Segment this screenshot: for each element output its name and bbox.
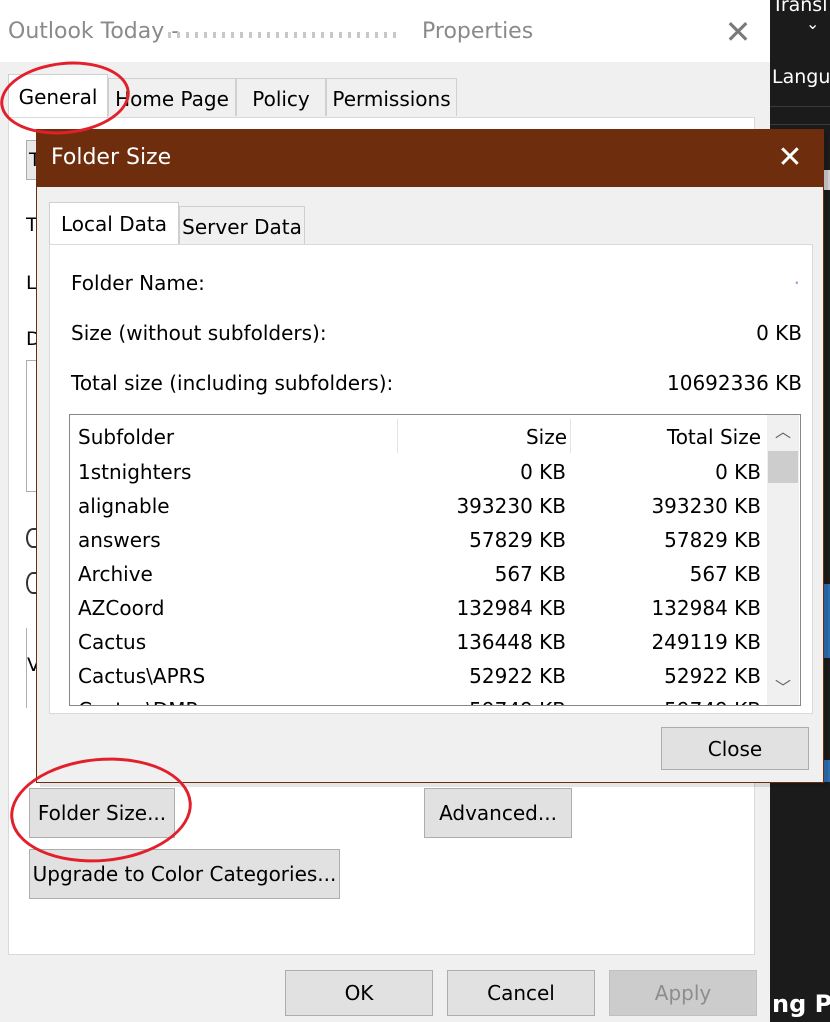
tab-local-data[interactable]: Local Data xyxy=(49,202,179,245)
subfolder-size: 132984 KB xyxy=(456,596,566,620)
bottom-heading: ng Pa xyxy=(772,990,830,1018)
subfolder-total: 52922 KB xyxy=(664,664,761,688)
subfolder-size: 393230 KB xyxy=(456,494,566,518)
subfolder-name: Cactus xyxy=(78,630,147,654)
tab-server-data[interactable]: Server Data xyxy=(179,206,305,244)
subfolder-total: 57829 KB xyxy=(664,528,761,552)
tab-label: Local Data xyxy=(61,212,167,236)
subfolder-name: Cactus\APRS xyxy=(78,664,206,688)
subfolder-size: 136448 KB xyxy=(456,630,566,654)
language-label: Langua xyxy=(772,66,830,88)
table-row[interactable]: AZCoord 132984 KB 132984 KB xyxy=(70,591,765,625)
subfolder-name: alignable xyxy=(78,494,170,518)
properties-title: Outlook Today - xyxy=(8,19,180,44)
tab-label: Server Data xyxy=(182,215,302,239)
subfolder-size: 57829 KB xyxy=(469,528,566,552)
tab-label: Permissions xyxy=(332,87,451,111)
size-value: 0 KB xyxy=(756,321,802,345)
subfolder-list[interactable]: Subfolder Size Total Size 1stnighters 0 … xyxy=(69,414,801,706)
subfolder-size: 567 KB xyxy=(494,562,566,586)
table-row[interactable]: Cactus\DMR 59749 KB 59749 KB xyxy=(70,693,765,705)
subfolder-size: 59749 KB xyxy=(469,693,566,705)
chevron-down-icon[interactable]: ﹀ xyxy=(767,671,799,705)
tab-general[interactable]: General xyxy=(8,74,108,118)
ribbon-divider xyxy=(770,106,830,107)
subfolder-total: 59749 KB xyxy=(664,693,761,705)
scrollbar-thumb[interactable] xyxy=(768,451,798,483)
table-row[interactable]: alignable 393230 KB 393230 KB xyxy=(70,489,765,523)
tab-home-page[interactable]: Home Page xyxy=(108,78,236,116)
properties-title-suffix: Properties xyxy=(422,19,534,44)
folder-size-title-bar: Folder Size ✕ xyxy=(37,130,823,187)
subfolder-total: 0 KB xyxy=(715,460,761,484)
column-divider[interactable] xyxy=(570,419,571,453)
subfolder-name: answers xyxy=(78,528,161,552)
subfolder-name: AZCoord xyxy=(78,596,165,620)
cancel-button[interactable]: Cancel xyxy=(447,970,595,1016)
table-row[interactable]: Cactus\APRS 52922 KB 52922 KB xyxy=(70,659,765,693)
subfolder-size: 52922 KB xyxy=(469,664,566,688)
subfolder-size: 0 KB xyxy=(520,460,566,484)
folder-name-value: . xyxy=(793,265,800,289)
column-divider[interactable] xyxy=(397,419,398,453)
close-icon[interactable]: ✕ xyxy=(773,138,807,178)
properties-title-bar: Outlook Today - Properties ✕ xyxy=(0,0,770,62)
subfolder-name: 1stnighters xyxy=(78,460,192,484)
vertical-scrollbar[interactable]: ︿ ﹀ xyxy=(767,415,799,705)
tab-label: General xyxy=(18,85,98,109)
chevron-down-icon[interactable]: ⌄ xyxy=(806,14,819,33)
subfolder-total: 393230 KB xyxy=(651,494,761,518)
subfolder-name: Cactus\DMR xyxy=(78,693,199,705)
subfolder-total: 567 KB xyxy=(689,562,761,586)
column-header-total-size[interactable]: Total Size xyxy=(667,415,761,457)
apply-button[interactable]: Apply xyxy=(609,970,757,1016)
advanced-button[interactable]: Advanced... xyxy=(424,788,572,838)
column-header-subfolder[interactable]: Subfolder xyxy=(78,415,174,457)
total-size-value: 10692336 KB xyxy=(667,371,802,395)
subfolder-total: 249119 KB xyxy=(651,630,761,654)
tab-policy[interactable]: Policy xyxy=(236,78,326,116)
table-row[interactable]: Archive 567 KB 567 KB xyxy=(70,557,765,591)
ok-button[interactable]: OK xyxy=(285,970,433,1016)
column-header-size[interactable]: Size xyxy=(526,415,567,457)
tab-label: Policy xyxy=(252,87,310,111)
folder-size-dialog: Folder Size ✕ Local Data Server Data Fol… xyxy=(36,129,824,783)
subfolder-total: 132984 KB xyxy=(651,596,761,620)
subfolder-name: Archive xyxy=(78,562,153,586)
table-row[interactable]: answers 57829 KB 57829 KB xyxy=(70,523,765,557)
close-button[interactable]: Close xyxy=(661,727,809,770)
upgrade-color-categories-button[interactable]: Upgrade to Color Categories... xyxy=(29,849,340,899)
folder-size-button[interactable]: Folder Size... xyxy=(29,788,175,838)
table-row[interactable]: 1stnighters 0 KB 0 KB xyxy=(70,455,765,489)
ribbon-divider xyxy=(770,124,830,125)
tab-label: Home Page xyxy=(115,87,229,111)
table-row[interactable]: Cactus 136448 KB 249119 KB xyxy=(70,625,765,659)
total-size-label: Total size (including subfolders): xyxy=(71,371,394,395)
chevron-up-icon[interactable]: ︿ xyxy=(767,415,799,449)
size-label: Size (without subfolders): xyxy=(71,321,327,345)
folder-size-title: Folder Size xyxy=(51,145,172,170)
redacted-folder-name xyxy=(168,32,398,38)
tab-permissions[interactable]: Permissions xyxy=(326,78,457,116)
folder-name-label: Folder Name: xyxy=(71,271,205,295)
partial-label: L xyxy=(26,272,37,294)
close-icon[interactable]: ✕ xyxy=(722,14,754,50)
